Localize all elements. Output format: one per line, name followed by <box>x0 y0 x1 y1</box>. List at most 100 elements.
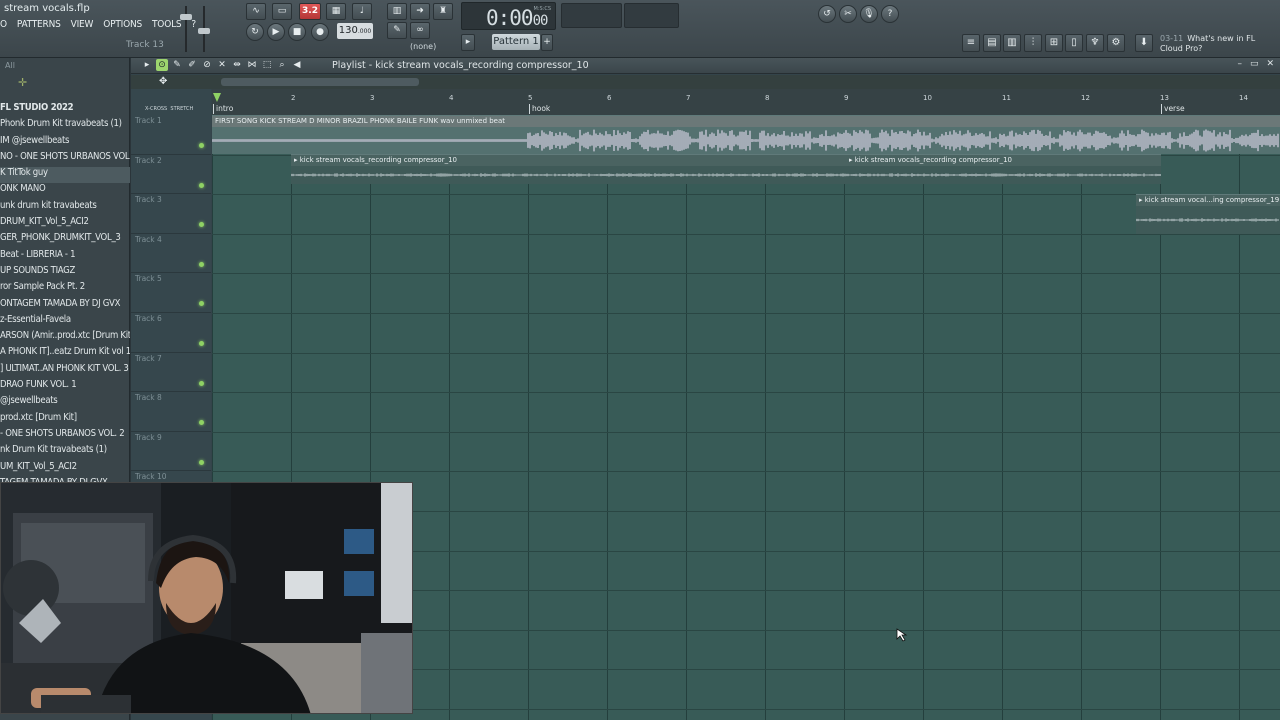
navigate-arrows-icon[interactable]: ✥ <box>159 76 167 87</box>
browser-folder-item[interactable]: GER_PHONK_DRUMKIT_VOL_3 <box>0 232 130 248</box>
close-icon[interactable]: ✕ <box>1266 59 1274 69</box>
browser-folder-item[interactable]: UP SOUNDS TIAGZ <box>0 265 130 281</box>
track-name-label[interactable]: Track 3 <box>135 195 162 204</box>
pencil-icon[interactable]: ✎ <box>387 22 407 39</box>
metronome-icon[interactable]: ♩ <box>352 3 372 20</box>
audio-clip-vocals-c[interactable]: ▸ kick stream vocal...ing compressor_19 <box>1136 194 1280 234</box>
track-name-label[interactable]: Track 1 <box>135 116 162 125</box>
select-tool-icon[interactable]: ⬚ <box>261 59 273 71</box>
track-enable-led[interactable] <box>199 261 204 267</box>
piano-roll-icon[interactable]: ▥ <box>1003 34 1021 52</box>
maximize-icon[interactable]: ▭ <box>1250 59 1259 69</box>
playhead-marker[interactable] <box>213 93 221 102</box>
track-name-label[interactable]: Track 5 <box>135 274 162 283</box>
menu-item-tools[interactable]: TOOLS <box>152 19 182 33</box>
track-name-label[interactable]: Track 2 <box>135 156 162 165</box>
menu-item-file[interactable]: O <box>0 19 7 33</box>
microphone-icon[interactable]: 🎙 <box>860 5 878 23</box>
timeline-ruler[interactable]: 2 3 4 5 6 7 8 9 10 11 12 13 14 intro hook verse <box>212 89 1280 115</box>
track-name-label[interactable]: Track 10 <box>135 472 167 481</box>
pattern-selector[interactable]: Pattern 1 <box>492 34 540 50</box>
track-enable-led[interactable] <box>199 420 204 426</box>
arrow-right-icon[interactable]: ➜ <box>410 3 430 20</box>
menu-item-view[interactable]: VIEW <box>71 19 94 33</box>
minimize-icon[interactable]: – <box>1237 59 1242 69</box>
browser-folder-item[interactable]: NO - ONE SHOTS URBANOS VOL. 2 <box>0 151 130 167</box>
pencil-tool-icon[interactable]: ✎ <box>171 59 183 71</box>
track-enable-led[interactable] <box>199 459 204 465</box>
track-enable-led[interactable] <box>199 301 204 307</box>
browser-folder-item[interactable]: prod.xtc [Drum Kit] <box>0 412 130 428</box>
browser-folder-item[interactable]: ARSON (Amir..prod.xtc [Drum Kit] <box>0 330 130 346</box>
time-display[interactable]: 0:0000 M:S:CS <box>461 2 556 30</box>
record-button[interactable]: ● <box>311 23 329 41</box>
slip-tool-icon[interactable]: ⇹ <box>231 59 243 71</box>
delete-tool-icon[interactable]: ⊘ <box>201 59 213 71</box>
browser-folder-item[interactable]: ONTAGEM TAMADA BY DJ GVX <box>0 298 130 314</box>
browser-add-icon[interactable]: ✛ <box>18 76 27 89</box>
browser-root-folder[interactable]: FL STUDIO 2022 <box>0 102 130 118</box>
browser-filter[interactable]: All <box>5 61 15 70</box>
piano-keys-icon[interactable]: ▥ <box>387 3 407 20</box>
download-icon[interactable]: ⬇ <box>1135 34 1153 52</box>
browser-folder-item[interactable]: UM_KIT_Vol_5_ACI2 <box>0 461 130 477</box>
help-icon[interactable]: ? <box>881 5 899 23</box>
pattern-add-icon[interactable]: + <box>541 34 553 51</box>
stop-button[interactable]: ■ <box>288 23 306 41</box>
browser-folder-item[interactable]: ror Sample Pack Pt. 2 <box>0 281 130 297</box>
rec-mode-icon[interactable]: ▭ <box>272 3 292 20</box>
tempo-tapper-icon[interactable]: ⚙ <box>1107 34 1125 52</box>
master-volume-slider[interactable] <box>178 4 194 54</box>
typing-keyboard-icon[interactable]: ▦ <box>326 3 346 20</box>
browser-folder-item[interactable]: DRUM_KIT_Vol_5_ACI2 <box>0 216 130 232</box>
playlist-window-icon[interactable]: ≡ <box>962 34 980 52</box>
browser-folder-item[interactable]: ] ULTIMAT..AN PHONK KIT VOL. 3 <box>0 363 130 379</box>
slice-tool-icon[interactable]: ⋈ <box>246 59 258 71</box>
paint-tool-icon[interactable]: ✐ <box>186 59 198 71</box>
track-enable-led[interactable] <box>199 341 204 346</box>
cut-icon[interactable]: ✂ <box>839 5 857 23</box>
browser-folder-item[interactable]: - ONE SHOTS URBANOS VOL. 2 <box>0 428 130 444</box>
plugin-icon[interactable]: ♆ <box>1086 34 1104 52</box>
stamp-icon[interactable]: ♜ <box>433 3 453 20</box>
browser-folder-item[interactable]: A PHONK IT]..eatz Drum Kit vol 1 <box>0 346 130 362</box>
browser-folder-item[interactable]: IM @jsewellbeats <box>0 135 130 151</box>
waveform-icon[interactable]: ∿ <box>246 3 266 20</box>
snap-selector[interactable]: (none) <box>410 42 436 51</box>
link-icon[interactable]: ∞ <box>410 22 430 39</box>
browser-folder-item[interactable]: z-Essential-Favela <box>0 314 130 330</box>
play-button[interactable]: ▶ <box>267 23 285 41</box>
audio-clip-vocals-b[interactable]: ▸ kick stream vocals_recording compresso… <box>846 154 1161 184</box>
track-enable-led[interactable] <box>199 143 204 148</box>
mute-tool-icon[interactable]: ✕ <box>216 59 228 71</box>
horizontal-scrollbar[interactable] <box>221 78 419 86</box>
track-enable-led[interactable] <box>199 182 204 188</box>
track-name-label[interactable]: Track 6 <box>135 314 162 323</box>
zoom-tool-icon[interactable]: ⌕ <box>276 59 288 71</box>
audio-clip-beat[interactable]: FIRST SONG KICK STREAM D MINOR BRAZIL PH… <box>212 115 1280 154</box>
timeline-marker[interactable]: verse <box>1161 104 1185 114</box>
browser-folder-item[interactable]: unk drum kit travabeats <box>0 200 130 216</box>
browser-folder-item[interactable]: @jsewellbeats <box>0 395 130 411</box>
master-pitch-slider[interactable] <box>196 4 212 54</box>
browser-folder-item[interactable]: Phonk Drum Kit travabeats (1) <box>0 118 130 134</box>
browser-icon[interactable]: ▯ <box>1065 34 1083 52</box>
playlist-menu-arrow-icon[interactable]: ▸ <box>141 59 153 71</box>
browser-folder-item[interactable]: Beat - LIBRERIA - 1 <box>0 249 130 265</box>
tempo-display[interactable]: 130.000 <box>337 23 373 39</box>
track-name-label[interactable]: Track 4 <box>135 235 162 244</box>
browser-folder-item[interactable]: DRAO FUNK VOL. 1 <box>0 379 130 395</box>
track-name-label[interactable]: Track 9 <box>135 433 162 442</box>
browser-folder-item[interactable]: ONK MANO <box>0 183 130 199</box>
menu-item-patterns[interactable]: PATTERNS <box>17 19 61 33</box>
pat-song-indicator[interactable]: 3.2 <box>299 3 321 20</box>
plugin-picker-icon[interactable]: ⊞ <box>1045 34 1063 52</box>
browser-folder-item[interactable]: nk Drum Kit travabeats (1) <box>0 444 130 460</box>
magnet-snap-icon[interactable]: ⊙ <box>156 59 168 71</box>
track-name-label[interactable]: Track 8 <box>135 393 162 402</box>
channel-rack-icon[interactable]: ▤ <box>983 34 1001 52</box>
audio-clip-vocals-a[interactable]: ▸ kick stream vocals_recording compresso… <box>291 154 846 184</box>
timeline-marker[interactable]: hook <box>529 104 550 114</box>
track-enable-led[interactable] <box>199 222 204 228</box>
mixer-icon[interactable]: ⫶ <box>1024 34 1042 52</box>
